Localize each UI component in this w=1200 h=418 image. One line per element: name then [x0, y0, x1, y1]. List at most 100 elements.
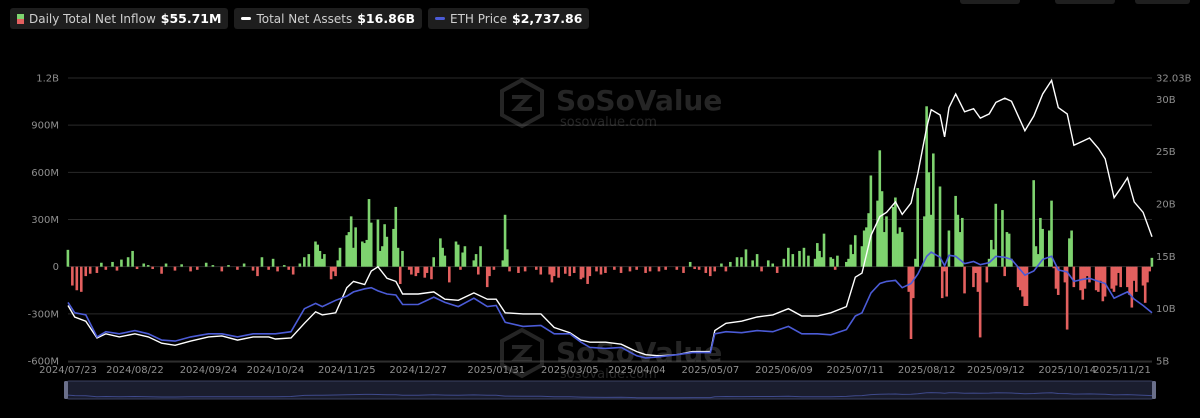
- y-right-tick-label: 30B: [1156, 95, 1176, 106]
- x-tick-label: 2024/09/24: [180, 365, 238, 376]
- inflow-bar: [378, 250, 382, 267]
- watermark-url: sosovalue.com: [560, 115, 657, 130]
- inflow-bar: [329, 266, 333, 280]
- inflow-bar: [164, 263, 168, 267]
- inflow-bar: [111, 261, 114, 267]
- inflow-bar: [644, 266, 647, 273]
- inflow-bar: [1070, 230, 1073, 267]
- inflow-bar: [180, 264, 183, 267]
- inflow-bar: [220, 266, 224, 272]
- y-left-tick-label: 1.2B: [36, 74, 59, 85]
- inflow-bar: [876, 200, 879, 267]
- inflow-bar: [367, 199, 371, 267]
- inflow-bar: [760, 266, 763, 272]
- navigator-right-handle[interactable]: [1152, 381, 1156, 399]
- inflow-bar: [385, 236, 389, 267]
- inflow-bar: [849, 244, 853, 267]
- inflow-bar: [588, 266, 592, 277]
- y-right-tick-label: 25B: [1156, 147, 1176, 158]
- inflow-bar: [947, 230, 951, 267]
- inflow-bar: [1081, 266, 1085, 300]
- inflow-bar: [1005, 232, 1009, 267]
- inflow-bar: [354, 227, 357, 267]
- inflow-bar: [628, 266, 632, 272]
- inflow-bar: [724, 266, 728, 272]
- inflow-bar: [807, 255, 810, 267]
- inflow-bar: [414, 266, 418, 277]
- inflow-bar: [900, 232, 904, 267]
- inflow-bar: [195, 266, 199, 270]
- inflow-bar: [432, 257, 435, 267]
- inflow-bar: [539, 266, 543, 275]
- inflow-bar: [1088, 266, 1091, 283]
- inflow-bar: [909, 266, 913, 339]
- inflow-bar: [693, 266, 696, 270]
- inflow-bar: [396, 247, 400, 267]
- range-navigator[interactable]: [64, 380, 1156, 400]
- inflow-bar: [416, 266, 420, 273]
- inflow-bar: [410, 266, 413, 275]
- inflow-bar: [833, 266, 837, 270]
- inflow-bar: [675, 266, 679, 270]
- inflow-bar: [211, 265, 215, 267]
- inflow-bar: [613, 266, 616, 270]
- inflow-bar: [474, 254, 478, 267]
- inflow-bar: [720, 263, 723, 267]
- inflow-bar: [1039, 217, 1042, 267]
- y-left-tick-label: 600M: [31, 168, 59, 179]
- x-tick-label: 2025/05/07: [682, 365, 740, 376]
- inflow-bar: [860, 246, 864, 267]
- chart-canvas[interactable]: SoSoValue sosovalue.com SoSoValue sosova…: [0, 0, 1200, 418]
- inflow-bar: [885, 216, 888, 267]
- y-right-tick-label: 15B: [1156, 252, 1176, 263]
- inflow-bar: [508, 266, 511, 272]
- inflow-bar: [401, 250, 404, 267]
- inflow-bar: [276, 266, 279, 272]
- inflow-bar: [880, 191, 884, 267]
- inflow-bar: [236, 266, 239, 270]
- inflow-bar: [1150, 257, 1154, 267]
- inflow-bar: [1101, 266, 1105, 302]
- inflow-bar: [398, 266, 402, 284]
- inflow-bar: [802, 247, 806, 267]
- inflow-bar: [713, 266, 717, 272]
- inflow-bar: [878, 150, 882, 267]
- inflow-bar: [314, 241, 317, 267]
- inflow-bar: [894, 197, 897, 267]
- inflow-bar: [847, 258, 850, 267]
- y-axis-left: -600M-300M0300M600M900M1.2B: [28, 74, 59, 368]
- inflow-bar: [579, 266, 583, 280]
- inflow-bar: [548, 266, 551, 275]
- inflow-bar: [173, 266, 177, 271]
- inflow-bar: [307, 254, 311, 267]
- inflow-bar: [974, 266, 977, 273]
- inflow-bar: [945, 266, 948, 297]
- inflow-bar: [352, 247, 355, 267]
- inflow-bar: [869, 175, 873, 267]
- inflow-bar: [581, 266, 585, 278]
- inflow-bar: [619, 266, 623, 273]
- inflow-bar: [972, 266, 975, 288]
- inflow-bar: [365, 239, 369, 267]
- inflow-bar: [599, 266, 603, 275]
- inflow-bar: [369, 222, 373, 267]
- inflow-bar: [443, 255, 447, 267]
- y-left-tick-label: 0: [53, 262, 59, 273]
- x-tick-label: 2024/11/25: [318, 365, 376, 376]
- inflow-bar: [459, 266, 462, 270]
- inflow-bar: [845, 261, 848, 267]
- inflow-bar: [75, 266, 79, 291]
- inflow-bar: [1130, 266, 1134, 308]
- inflow-bar: [95, 266, 99, 273]
- inflow-bar: [430, 266, 433, 280]
- inflow-bar: [1119, 266, 1122, 288]
- inflow-bar: [755, 254, 759, 267]
- inflow-bar: [425, 266, 429, 273]
- inflow-bar: [1052, 266, 1056, 269]
- inflow-bar: [256, 266, 259, 277]
- inflow-bar: [492, 266, 496, 270]
- navigator-left-handle[interactable]: [64, 381, 68, 399]
- inflow-bar: [595, 266, 598, 272]
- inflow-bar: [586, 266, 589, 284]
- x-tick-label: 2024/08/22: [106, 365, 164, 376]
